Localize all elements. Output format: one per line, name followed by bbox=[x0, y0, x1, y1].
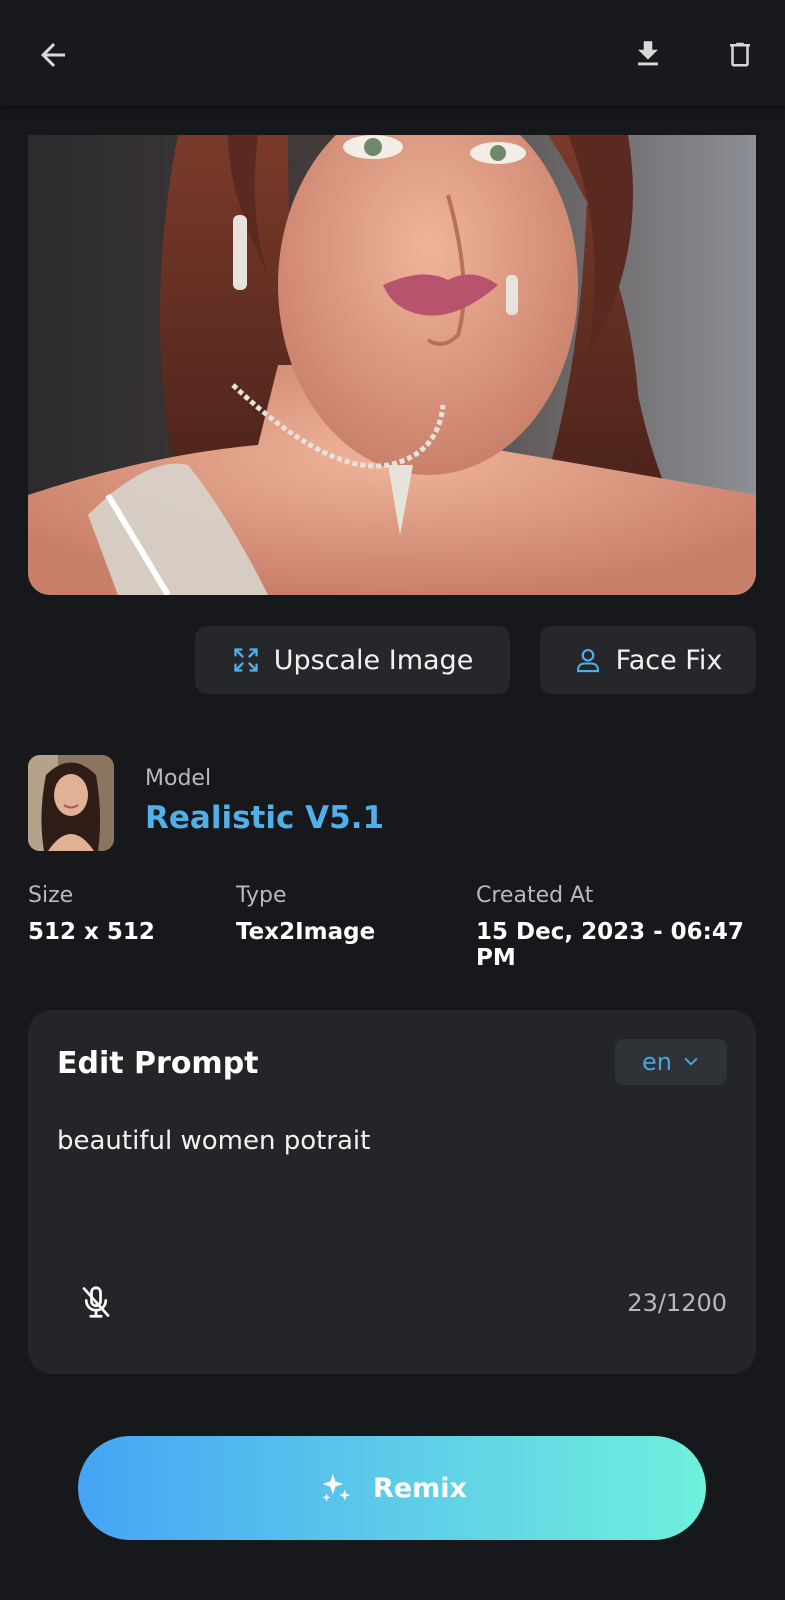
created-at-value: 15 Dec, 2023 - 06:47 PM bbox=[476, 919, 744, 971]
type-value: Tex2Image bbox=[236, 919, 376, 945]
person-icon bbox=[576, 649, 599, 673]
upscale-image-button[interactable]: Upscale Image bbox=[195, 626, 510, 694]
face-fix-button[interactable]: Face Fix bbox=[540, 626, 756, 694]
trash-icon bbox=[730, 42, 750, 67]
language-dropdown[interactable]: en bbox=[615, 1039, 727, 1085]
delete-button[interactable] bbox=[716, 30, 764, 78]
edit-prompt-title: Edit Prompt bbox=[57, 1046, 259, 1081]
download-icon bbox=[638, 41, 658, 66]
size-label: Size bbox=[28, 883, 74, 908]
generated-image[interactable] bbox=[28, 135, 756, 595]
face-fix-label: Face Fix bbox=[615, 644, 723, 676]
download-button[interactable] bbox=[624, 30, 672, 78]
mic-button[interactable] bbox=[76, 1280, 116, 1324]
character-count: 23/1200 bbox=[627, 1289, 727, 1317]
upscale-image-label: Upscale Image bbox=[273, 644, 474, 676]
chevron-down-icon bbox=[684, 1058, 698, 1066]
arrow-left-icon bbox=[41, 43, 65, 67]
model-name: Realistic V5.1 bbox=[145, 800, 385, 836]
model-thumbnail bbox=[28, 755, 114, 851]
language-value: en bbox=[642, 1048, 672, 1076]
top-app-bar bbox=[0, 0, 785, 106]
type-label: Type bbox=[236, 883, 287, 908]
edit-prompt-card: Edit Prompt en beautiful women potrait 2… bbox=[28, 1010, 756, 1374]
mic-off-icon bbox=[82, 1286, 110, 1318]
size-value: 512 x 512 bbox=[28, 919, 155, 945]
created-at-label: Created At bbox=[476, 883, 594, 908]
remix-label: Remix bbox=[373, 1472, 467, 1504]
model-label: Model bbox=[145, 766, 212, 791]
portrait-image bbox=[28, 135, 756, 595]
remix-button[interactable]: Remix bbox=[78, 1436, 706, 1540]
back-button[interactable] bbox=[30, 32, 76, 78]
prompt-input[interactable]: beautiful women potrait bbox=[57, 1126, 370, 1156]
sparkles-icon bbox=[322, 1473, 351, 1502]
expand-arrows-icon bbox=[234, 648, 258, 672]
